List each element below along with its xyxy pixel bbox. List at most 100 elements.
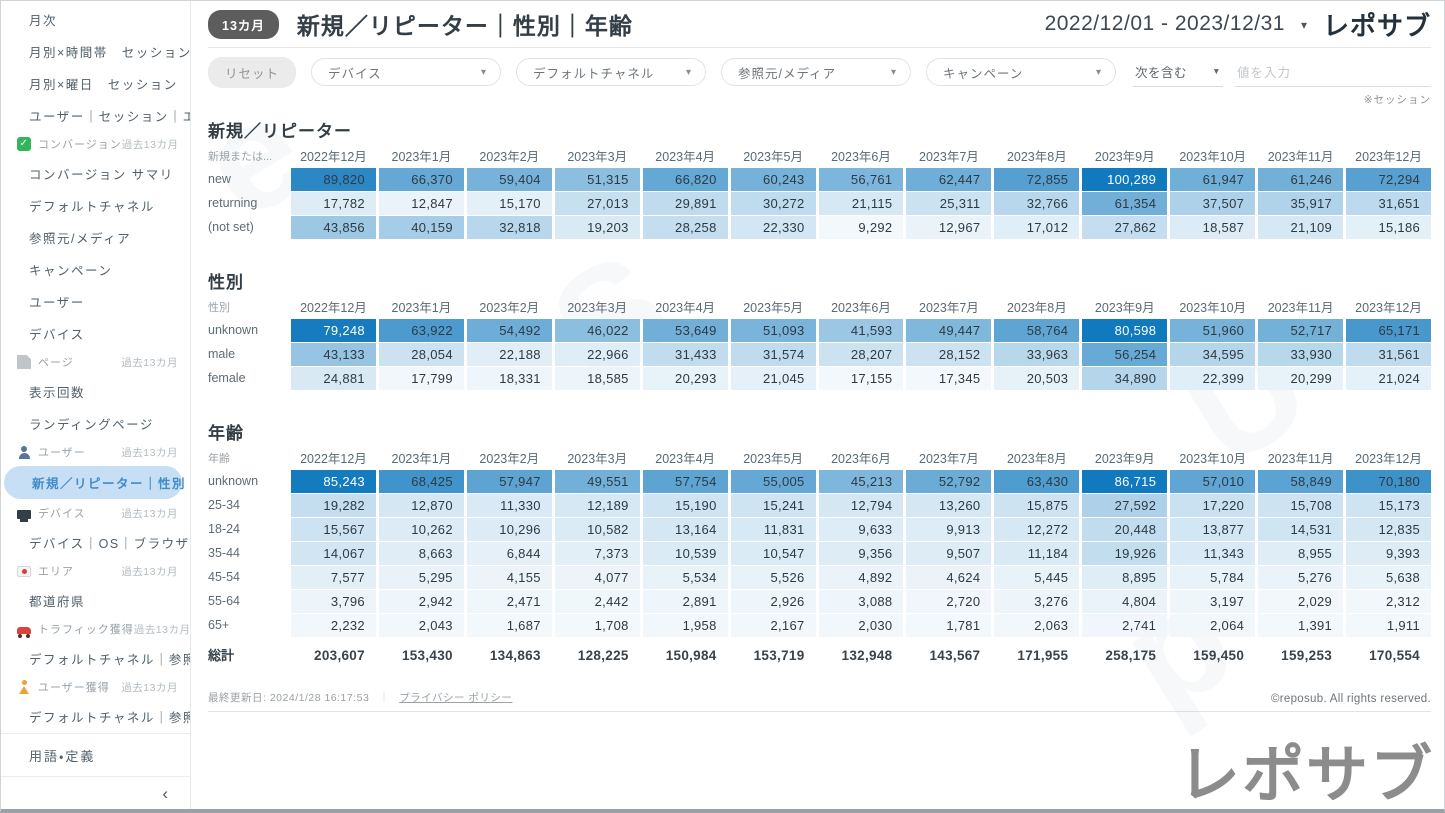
filter-source-medium-dropdown[interactable]: 参照元/メディア▾ (721, 58, 911, 86)
session-note: ※セッション (208, 92, 1431, 107)
sidebar-item[interactable]: 月別×時間帯 セッション (1, 35, 190, 67)
total-cell: 153,430 (379, 643, 464, 668)
heatmap-cell: 12,189 (555, 494, 640, 517)
heatmap-cell: 63,430 (994, 470, 1079, 493)
heatmap-cell: 57,754 (643, 470, 728, 493)
total-cell: 170,554 (1346, 643, 1431, 668)
section-label: ページ (38, 354, 74, 370)
heatmap-cell: 4,077 (555, 566, 640, 589)
sidebar-item[interactable]: 月別×曜日 セッション (1, 67, 190, 99)
data-table: 性別2022年12月2023年1月2023年2月2023年3月2023年4月20… (208, 298, 1431, 390)
section-period: 過去13カ月 (121, 445, 178, 460)
heatmap-cell: 63,922 (379, 319, 464, 342)
month-column-header: 2023年12月 (1346, 147, 1431, 167)
month-column-header: 2023年1月 (379, 449, 464, 469)
privacy-policy-link[interactable]: プライバシー ポリシー (399, 692, 512, 704)
heatmap-cell: 22,188 (467, 343, 552, 366)
sidebar-item[interactable]: デバイス｜OS｜ブラウザ (1, 526, 190, 558)
chevron-down-icon: ▼ (1212, 66, 1221, 76)
heatmap-cell: 19,203 (555, 216, 640, 239)
sidebar-item[interactable]: 都道府県 (1, 584, 190, 616)
heatmap-cell: 28,207 (819, 343, 904, 366)
month-column-header: 2023年11月 (1258, 449, 1343, 469)
sidebar-collapse-icon[interactable]: ‹ (162, 785, 168, 802)
total-cell: 258,175 (1082, 643, 1167, 668)
heatmap-cell: 4,804 (1082, 590, 1167, 613)
heatmap-cell: 53,649 (643, 319, 728, 342)
filter-device-dropdown[interactable]: デバイス▾ (311, 58, 501, 86)
heatmap-cell: 5,534 (643, 566, 728, 589)
heatmap-cell: 59,404 (467, 168, 552, 191)
table-title: 年齢 (208, 419, 1431, 444)
sidebar-section-header: ユーザー 過去13カ月 (1, 439, 190, 465)
heatmap-cell: 22,330 (731, 216, 816, 239)
heatmap-cell: 7,577 (291, 566, 376, 589)
heatmap-cell: 12,870 (379, 494, 464, 517)
heatmap-cell: 18,585 (555, 367, 640, 390)
section-label: ユーザー (38, 444, 86, 460)
sidebar-item[interactable]: デフォルトチャネル｜参照... (1, 642, 190, 674)
row-label: unknown (208, 319, 288, 342)
heatmap-cell: 12,967 (906, 216, 991, 239)
heatmap-cell: 2,232 (291, 614, 376, 637)
heatmap-cell: 5,784 (1170, 566, 1255, 589)
heatmap-cell: 68,425 (379, 470, 464, 493)
sidebar-item[interactable]: ユーザー｜セッション｜エ... (1, 99, 190, 131)
month-column-header: 2023年4月 (643, 147, 728, 167)
heatmap-cell: 15,708 (1258, 494, 1343, 517)
heatmap-cell: 45,213 (819, 470, 904, 493)
heatmap-cell: 9,292 (819, 216, 904, 239)
heatmap-cell: 9,393 (1346, 542, 1431, 565)
heatmap-cell: 9,633 (819, 518, 904, 541)
filter-value-input[interactable] (1235, 62, 1431, 87)
heatmap-cell: 1,958 (643, 614, 728, 637)
heatmap-cell: 8,955 (1258, 542, 1343, 565)
sidebar-item[interactable]: 月次 (1, 3, 190, 35)
sidebar-item[interactable]: ユーザー (1, 285, 190, 317)
heatmap-cell: 37,507 (1170, 192, 1255, 215)
sidebar-item[interactable]: 表示回数 (1, 375, 190, 407)
sidebar: 月次月別×時間帯 セッション月別×曜日 セッションユーザー｜セッション｜エ...… (1, 1, 191, 809)
heatmap-cell: 5,445 (994, 566, 1079, 589)
total-cell: 159,253 (1258, 643, 1343, 668)
sidebar-item[interactable]: 参照元/メディア (1, 221, 190, 253)
month-column-header: 2023年3月 (555, 449, 640, 469)
device-icon (17, 510, 31, 519)
heatmap-cell: 57,947 (467, 470, 552, 493)
sidebar-item[interactable]: デバイス (1, 317, 190, 349)
sidebar-item-glossary[interactable]: 用語・定義 (1, 734, 190, 776)
heatmap-cell: 31,574 (731, 343, 816, 366)
heatmap-cell: 12,835 (1346, 518, 1431, 541)
filter-campaign-dropdown[interactable]: キャンペーン▾ (926, 58, 1116, 86)
sidebar-item[interactable]: ランディングページ (1, 407, 190, 439)
total-cell: 203,607 (291, 643, 376, 668)
month-column-header: 2022年12月 (291, 147, 376, 167)
heatmap-cell: 11,343 (1170, 542, 1255, 565)
filter-default-channel-dropdown[interactable]: デフォルトチャネル▾ (516, 58, 706, 86)
sidebar-item[interactable]: コンバージョン サマリ (1, 157, 190, 189)
brand-watermark: レポサブ (1178, 745, 1434, 807)
heatmap-cell: 28,258 (643, 216, 728, 239)
row-label: new (208, 168, 288, 191)
sidebar-item[interactable]: デフォルトチャネル (1, 189, 190, 221)
heatmap-cell: 2,030 (819, 614, 904, 637)
heatmap-cell: 40,159 (379, 216, 464, 239)
date-range-picker[interactable]: 2022/12/01 - 2023/12/31 ▾ (1045, 12, 1323, 36)
row-label: female (208, 367, 288, 390)
filter-bar: リセット デバイス▾ デフォルトチャネル▾ 参照元/メディア▾ キャンペーン▾ 次を含… (208, 58, 1431, 86)
footer-separator: ｜ (379, 692, 390, 704)
month-column-header: 2023年4月 (643, 298, 728, 318)
heatmap-cell: 11,330 (467, 494, 552, 517)
month-column-header: 2023年2月 (467, 147, 552, 167)
sidebar-item[interactable]: キャンペーン (1, 253, 190, 285)
sidebar-item-selected[interactable]: 新規／リピーター｜性別｜... (4, 466, 182, 499)
match-type-select[interactable]: 次を含む ▼ (1133, 58, 1223, 87)
heatmap-cell: 6,844 (467, 542, 552, 565)
sidebar-item[interactable]: デフォルトチャネル｜参照... (1, 700, 190, 732)
heatmap-cell: 2,063 (994, 614, 1079, 637)
heatmap-cell: 29,891 (643, 192, 728, 215)
heatmap-cell: 8,895 (1082, 566, 1167, 589)
app-logo: レポサブ (1323, 6, 1431, 43)
heatmap-cell: 2,312 (1346, 590, 1431, 613)
reset-button[interactable]: リセット (208, 57, 296, 88)
